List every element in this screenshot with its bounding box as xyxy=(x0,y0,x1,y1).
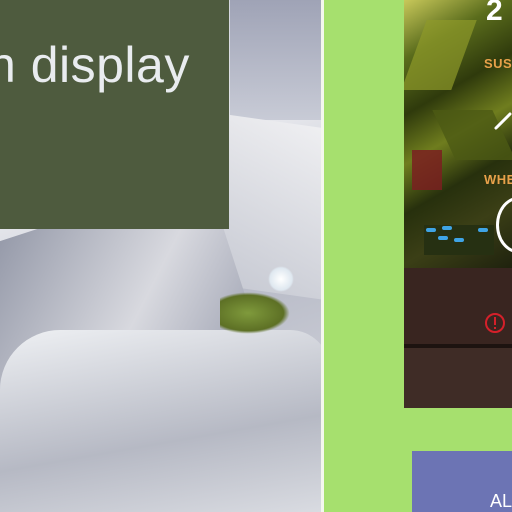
pen-icon[interactable] xyxy=(492,108,512,132)
card-number: 2 xyxy=(486,0,503,27)
dot xyxy=(426,228,436,232)
dot xyxy=(478,228,488,232)
action-button-label: AL xyxy=(490,491,512,511)
caption-overlay: h display xyxy=(0,0,229,229)
art-shard xyxy=(404,20,477,90)
card-footer xyxy=(404,348,512,408)
panel-divider xyxy=(321,0,324,512)
card-label-top: SUSP xyxy=(484,56,512,71)
action-button[interactable]: AL xyxy=(412,451,512,512)
caption-text: h display xyxy=(0,37,190,93)
app-card[interactable]: 2 SUSP WHE xyxy=(404,0,512,408)
card-label-mid: WHE xyxy=(484,172,512,187)
rock-shape xyxy=(230,0,322,120)
flower-shape xyxy=(268,266,294,292)
rock-shape xyxy=(0,330,322,512)
warning-icon xyxy=(485,313,505,333)
blue-dots xyxy=(426,222,506,252)
art-shard xyxy=(412,150,442,190)
dot xyxy=(442,226,452,230)
dot xyxy=(454,238,464,242)
dot xyxy=(438,236,448,240)
leaf-shape xyxy=(220,292,290,334)
